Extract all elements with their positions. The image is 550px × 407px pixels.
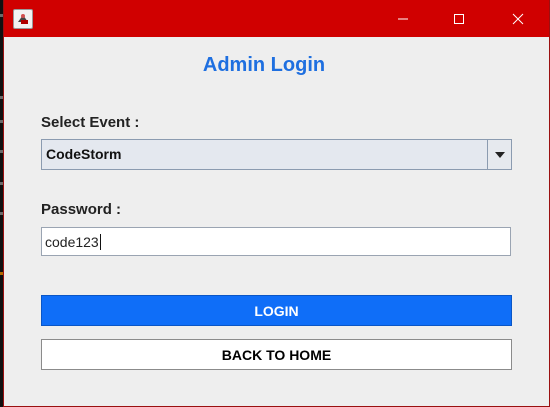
- admin-login-window: Admin Login Select Event : CodeStorm Pas…: [3, 0, 550, 407]
- maximize-icon: [454, 13, 464, 24]
- password-field[interactable]: code123: [41, 227, 511, 256]
- close-button[interactable]: [495, 0, 541, 37]
- chevron-down-icon: [494, 151, 505, 158]
- event-select[interactable]: CodeStorm: [41, 139, 512, 170]
- login-button[interactable]: LOGIN: [41, 295, 512, 326]
- password-label: Password :: [41, 201, 122, 218]
- password-text: code123: [45, 234, 99, 250]
- maximize-button[interactable]: [436, 0, 482, 37]
- event-selected-value: CodeStorm: [46, 146, 122, 162]
- event-label: Select Event :: [41, 114, 140, 131]
- minimize-button[interactable]: [380, 0, 426, 37]
- close-icon: [512, 13, 524, 24]
- java-app-icon: [13, 9, 33, 29]
- back-to-home-button[interactable]: BACK TO HOME: [41, 339, 512, 370]
- dropdown-arrow-button[interactable]: [487, 140, 511, 169]
- page-title: Admin Login: [202, 54, 326, 76]
- minimize-icon: [398, 18, 408, 19]
- password-value: code123: [45, 234, 101, 250]
- text-caret: [99, 234, 101, 250]
- title-bar[interactable]: [4, 0, 549, 37]
